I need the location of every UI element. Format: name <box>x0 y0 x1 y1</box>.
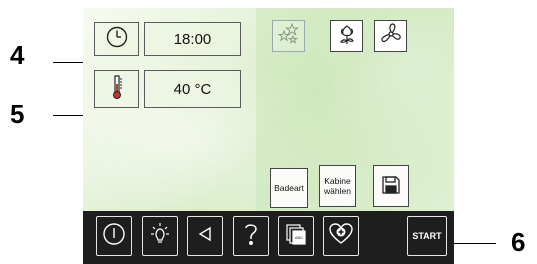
thermometer-icon <box>110 74 124 105</box>
aroma-button[interactable] <box>330 20 363 52</box>
control-screen: 18:00 40 °C Badeart Kabine wählen <box>83 8 454 211</box>
fan-button[interactable] <box>374 20 407 52</box>
time-value: 18:00 <box>173 30 212 48</box>
start-button[interactable]: START <box>407 216 447 256</box>
temperature-value: 40 °C <box>173 80 212 98</box>
power-button[interactable] <box>96 216 132 256</box>
help-icon <box>242 221 260 252</box>
programs-button[interactable]: ABC <box>278 216 314 256</box>
callout-6-line <box>450 243 496 244</box>
temperature-display[interactable]: 40 °C <box>144 70 241 108</box>
select-cabin-label-line2: wählen <box>324 186 351 196</box>
favorites-button[interactable] <box>323 216 359 256</box>
callout-4: 4 <box>10 40 25 70</box>
clock-icon <box>106 26 128 53</box>
bath-type-button[interactable]: Badeart <box>270 168 308 208</box>
svg-text:ABC: ABC <box>295 235 303 240</box>
start-label: START <box>412 231 442 241</box>
sparkle-stars-icon <box>276 22 301 51</box>
bottom-toolbar: ABC START <box>83 211 454 264</box>
back-arrow-icon <box>196 225 214 248</box>
help-button[interactable] <box>233 216 269 256</box>
back-button[interactable] <box>187 216 223 256</box>
fan-icon <box>379 22 403 51</box>
clock-icon-button[interactable] <box>94 22 139 56</box>
favorites-icon <box>328 222 354 251</box>
light-icon <box>147 221 173 252</box>
select-cabin-label-line1: Kabine <box>324 176 351 186</box>
programs-icon: ABC <box>284 222 308 251</box>
select-cabin-button[interactable]: Kabine wählen <box>319 165 356 207</box>
flower-icon <box>336 22 358 51</box>
bath-type-label: Badeart <box>274 183 304 193</box>
time-display[interactable]: 18:00 <box>144 22 241 56</box>
callout-5: 5 <box>10 99 25 129</box>
thermometer-icon-button[interactable] <box>94 70 139 108</box>
save-button[interactable] <box>373 165 409 207</box>
callout-6: 6 <box>511 227 526 257</box>
floppy-disk-icon <box>381 175 401 197</box>
sparkle-button[interactable] <box>272 20 305 52</box>
power-icon <box>102 222 126 251</box>
light-button[interactable] <box>142 216 178 256</box>
